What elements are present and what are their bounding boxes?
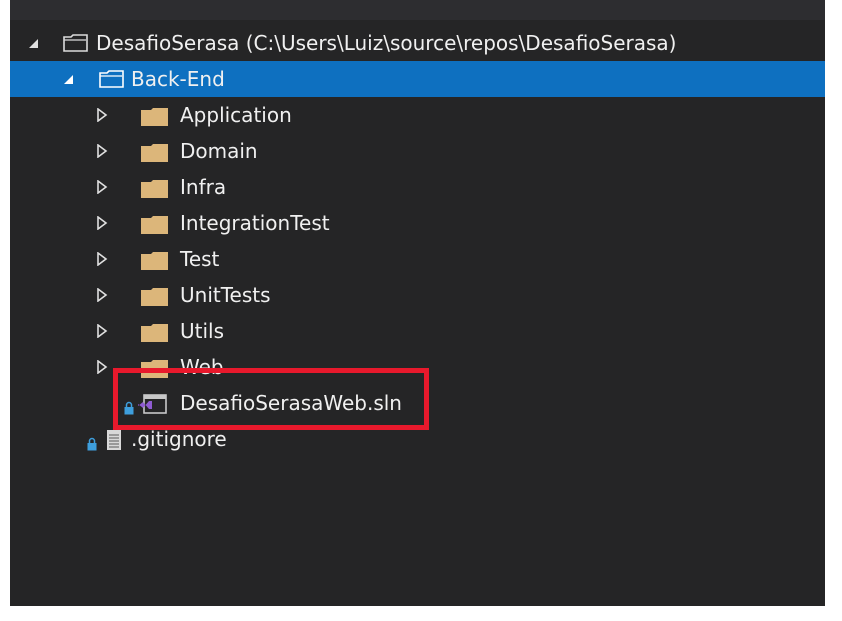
expand-arrow-icon[interactable] <box>95 216 109 230</box>
tree-item-label: Web <box>180 355 224 379</box>
tree-item-label: Test <box>180 247 220 271</box>
folder-icon <box>141 359 169 384</box>
tree-item-folder[interactable]: Test <box>10 241 825 277</box>
folder-icon <box>141 215 169 240</box>
text-file-icon <box>106 429 122 456</box>
expand-arrow-icon[interactable] <box>95 108 109 122</box>
tree-item-label: Application <box>180 103 292 127</box>
tree-item-folder[interactable]: Application <box>10 97 825 133</box>
expand-arrow-icon[interactable] <box>95 252 109 266</box>
solution-folder-icon <box>60 32 92 59</box>
tree-item-label: UnitTests <box>180 283 271 307</box>
tree-item-back-end[interactable]: Back-End <box>10 61 825 97</box>
expand-arrow-icon[interactable] <box>95 288 109 302</box>
folder-icon <box>141 287 169 312</box>
tree-item-label: Domain <box>180 139 258 163</box>
folder-icon <box>141 323 169 348</box>
folder-icon <box>141 179 169 204</box>
tree-item-folder[interactable]: Domain <box>10 133 825 169</box>
folder-icon <box>141 143 169 168</box>
solution-folder-icon <box>96 68 128 95</box>
tree-item-folder[interactable]: Web <box>10 349 825 385</box>
tree-item-gitignore[interactable]: .gitignore <box>10 421 825 457</box>
tree-root-solution[interactable]: DesafioSerasa (C:\Users\Luiz\source\repo… <box>10 25 825 61</box>
collapse-arrow-icon[interactable] <box>26 36 40 50</box>
tree-item-label: Utils <box>180 319 225 343</box>
tree-item-label: .gitignore <box>131 427 227 451</box>
tree-item-folder[interactable]: Utils <box>10 313 825 349</box>
expand-arrow-icon[interactable] <box>95 180 109 194</box>
tree-item-folder[interactable]: UnitTests <box>10 277 825 313</box>
expand-arrow-icon[interactable] <box>95 360 109 374</box>
tree-item-label: Back-End <box>131 67 225 91</box>
tree-root-label: DesafioSerasa (C:\Users\Luiz\source\repo… <box>96 31 677 55</box>
expand-arrow-icon[interactable] <box>95 324 109 338</box>
tree-item-folder[interactable]: Infra <box>10 169 825 205</box>
tree-item-label: IntegrationTest <box>180 211 330 235</box>
source-control-lock-icon <box>87 432 97 451</box>
solution-explorer-panel: DesafioSerasa (C:\Users\Luiz\source\repo… <box>10 0 825 606</box>
expand-arrow-icon[interactable] <box>95 144 109 158</box>
collapse-arrow-icon[interactable] <box>61 72 75 86</box>
tree-item-label: DesafioSerasaWeb.sln <box>180 391 402 415</box>
visual-studio-solution-icon <box>136 393 168 420</box>
panel-top-strip <box>10 0 825 20</box>
source-control-lock-icon <box>124 396 134 415</box>
tree-item-label: Infra <box>180 175 227 199</box>
folder-icon <box>141 107 169 132</box>
tree-item-solution-file[interactable]: DesafioSerasaWeb.sln <box>10 385 825 421</box>
folder-icon <box>141 251 169 276</box>
tree-item-folder[interactable]: IntegrationTest <box>10 205 825 241</box>
